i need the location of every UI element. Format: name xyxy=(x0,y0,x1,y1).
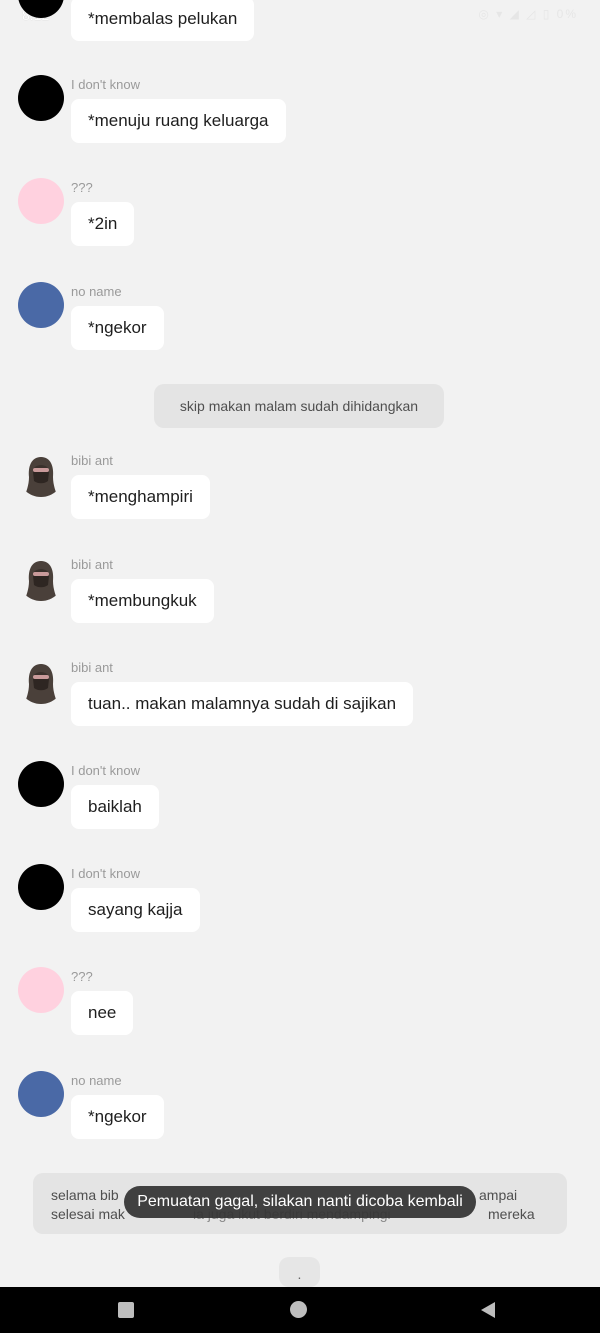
avatar[interactable] xyxy=(18,75,64,121)
sender-name: no name xyxy=(71,284,122,299)
sender-name: bibi ant xyxy=(71,557,113,572)
message-bubble[interactable]: *membalas pelukan xyxy=(71,0,255,41)
sender-name: bibi ant xyxy=(71,660,113,675)
status-icons: ◎ ▾ ◢ ◿ ▯ 0% xyxy=(478,7,578,21)
message-bubble[interactable]: *ngekor xyxy=(71,306,164,350)
message-bubble[interactable]: *menuju ruang keluarga xyxy=(71,99,286,143)
navigation-bar xyxy=(0,1287,600,1333)
sender-name: I don't know xyxy=(71,866,140,881)
message-bubble[interactable]: *2in xyxy=(71,202,135,246)
avatar[interactable] xyxy=(18,658,64,704)
system-text-line2-right: mereka xyxy=(488,1206,535,1222)
message-bubble[interactable]: baiklah xyxy=(71,785,159,829)
message-bubble[interactable]: *ngekor xyxy=(71,1095,164,1139)
avatar[interactable] xyxy=(18,555,64,601)
system-message: skip makan malam sudah dihidangkan xyxy=(154,384,444,428)
hijab-character-icon xyxy=(24,561,58,601)
avatar[interactable] xyxy=(18,178,64,224)
system-text-line1-right: ampai xyxy=(479,1187,518,1203)
sender-name: bibi ant xyxy=(71,453,113,468)
toast-message: Pemuatan gagal, silakan nanti dicoba kem… xyxy=(124,1186,476,1218)
triangle-back-icon[interactable] xyxy=(478,1300,498,1320)
avatar[interactable] xyxy=(18,1071,64,1117)
system-text-line1-left: selama bib xyxy=(51,1187,119,1203)
system-text-line2-left: selesai mak xyxy=(51,1206,125,1222)
sender-name: ??? xyxy=(71,969,93,984)
sender-name: I don't know xyxy=(71,77,140,92)
message-bubble[interactable]: *menghampiri xyxy=(71,475,210,519)
message-bubble[interactable]: nee xyxy=(71,991,134,1035)
avatar[interactable] xyxy=(18,967,64,1013)
avatar[interactable] xyxy=(18,761,64,807)
circle-home-icon[interactable] xyxy=(289,1300,309,1320)
avatar[interactable] xyxy=(18,864,64,910)
sender-name: I don't know xyxy=(71,763,140,778)
sender-name: no name xyxy=(71,1073,122,1088)
loading-indicator: . xyxy=(279,1257,320,1287)
sender-name: ??? xyxy=(71,180,93,195)
avatar[interactable] xyxy=(18,451,64,497)
avatar[interactable] xyxy=(18,282,64,328)
message-bubble[interactable]: sayang kajja xyxy=(71,888,200,932)
square-recent-icon[interactable] xyxy=(116,1300,136,1320)
message-bubble[interactable]: tuan.. makan malamnya sudah di sajikan xyxy=(71,682,414,726)
message-bubble[interactable]: *membungkuk xyxy=(71,579,214,623)
hijab-character-icon xyxy=(24,664,58,704)
hijab-character-icon xyxy=(24,457,58,497)
